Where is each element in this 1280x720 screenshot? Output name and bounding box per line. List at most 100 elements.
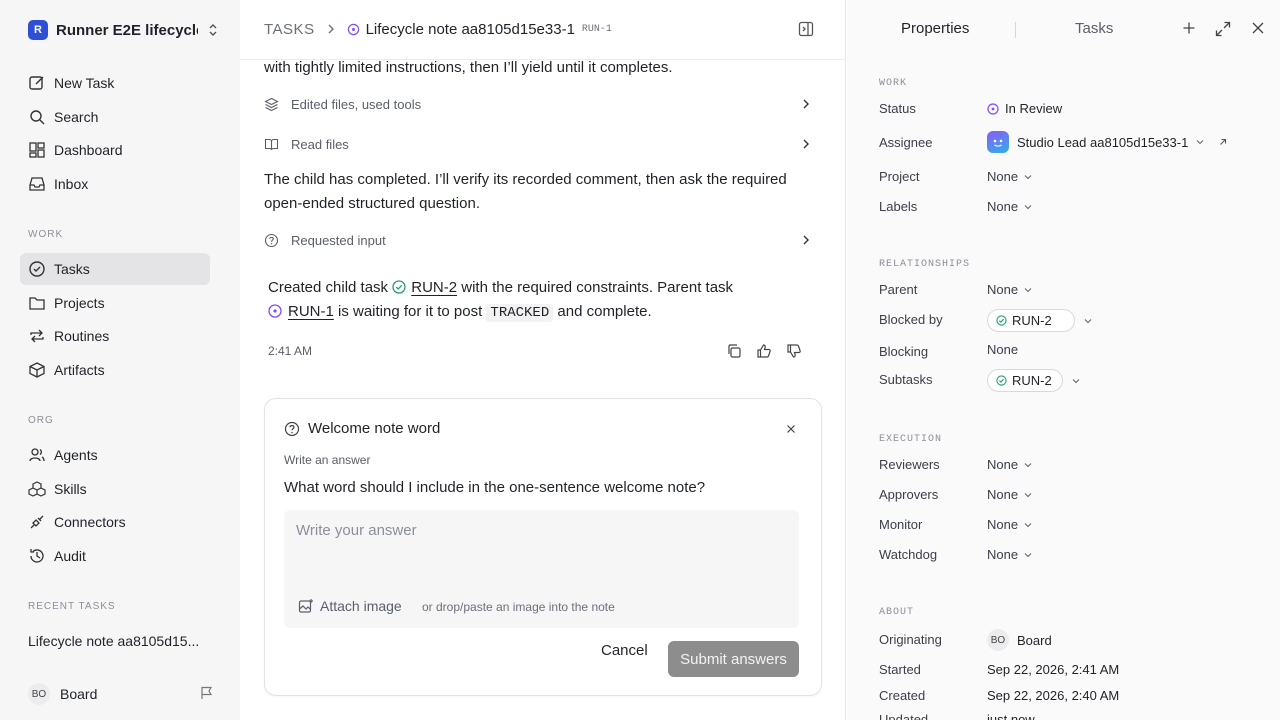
nav-new-task[interactable]: New Task bbox=[20, 67, 210, 99]
property-label: Approvers bbox=[879, 487, 939, 502]
reviewers-value[interactable]: None bbox=[987, 457, 1032, 472]
tab-properties[interactable]: Properties bbox=[901, 20, 969, 37]
avatar: BO bbox=[28, 683, 50, 705]
nav-label: Skills bbox=[54, 481, 87, 497]
done-status-icon bbox=[996, 375, 1007, 386]
blocking-text: None bbox=[987, 342, 1019, 357]
parent-text: None bbox=[987, 282, 1019, 297]
status-value[interactable]: In Review bbox=[987, 101, 1062, 116]
section-recent: RECENT TASKS bbox=[28, 601, 116, 612]
agent-avatar bbox=[987, 131, 1009, 153]
in-review-status-icon bbox=[987, 102, 999, 115]
task-id: RUN-1 bbox=[581, 24, 612, 35]
chip-label: RUN-2 bbox=[1012, 313, 1052, 328]
flag-icon[interactable] bbox=[200, 686, 214, 703]
chevron-down-icon bbox=[1072, 378, 1080, 383]
nav-label: Artifacts bbox=[54, 362, 105, 378]
external-link-icon[interactable] bbox=[1218, 137, 1228, 147]
edit-icon bbox=[29, 76, 44, 90]
boxes-icon bbox=[28, 481, 46, 497]
labels-value[interactable]: None bbox=[987, 199, 1032, 214]
answer-input[interactable] bbox=[296, 518, 786, 542]
chevron-down-icon bbox=[1084, 318, 1092, 323]
attach-label: Attach image bbox=[320, 598, 402, 614]
nav-label: Connectors bbox=[54, 514, 126, 530]
copy-icon[interactable] bbox=[726, 343, 742, 359]
property-label: Parent bbox=[879, 282, 918, 297]
nav-dashboard[interactable]: Dashboard bbox=[20, 134, 210, 166]
breadcrumb-root[interactable]: TASKS bbox=[264, 21, 315, 38]
chevron-down-icon bbox=[1024, 462, 1032, 467]
user-footer[interactable]: BO Board bbox=[28, 683, 214, 705]
property-label: Subtasks bbox=[879, 372, 933, 387]
message-text: with tightly limited instructions, then … bbox=[264, 59, 673, 76]
nav-inbox[interactable]: Inbox bbox=[20, 168, 210, 200]
message-timestamp: 2:41 AM bbox=[268, 344, 313, 358]
message-fragment: Created child task bbox=[268, 279, 393, 296]
nav-audit[interactable]: Audit bbox=[20, 540, 210, 572]
thumbs-down-icon[interactable] bbox=[786, 343, 802, 359]
done-status-icon bbox=[996, 315, 1007, 326]
task-link-run-2[interactable]: RUN-2 bbox=[411, 279, 457, 296]
attach-image-button[interactable]: Attach image bbox=[298, 598, 402, 614]
parent-value[interactable]: None bbox=[987, 282, 1032, 297]
question-card-title: Welcome note word bbox=[308, 420, 441, 437]
nav-label: Agents bbox=[54, 447, 98, 463]
plus-icon[interactable] bbox=[1182, 21, 1196, 38]
nav-label: Routines bbox=[54, 328, 110, 344]
chevron-down-icon bbox=[1196, 140, 1204, 145]
task-link-run-1[interactable]: RUN-1 bbox=[288, 303, 334, 320]
assignee-value[interactable]: Studio Lead aa8105d15e33-1 bbox=[987, 131, 1228, 153]
nav-search[interactable]: Search bbox=[20, 101, 210, 133]
nav-artifacts[interactable]: Artifacts bbox=[20, 354, 210, 386]
submit-answers-button[interactable]: Submit answers bbox=[668, 641, 799, 677]
labels-text: None bbox=[987, 199, 1019, 214]
watchdog-value[interactable]: None bbox=[987, 547, 1032, 562]
nav-label: Search bbox=[54, 109, 99, 125]
section-org: ORG bbox=[28, 415, 54, 426]
task-chip[interactable]: RUN-2 bbox=[987, 309, 1075, 332]
subtasks-value[interactable]: RUN-2 bbox=[987, 369, 1080, 392]
workspace-name: Runner E2E lifecycle bbox=[56, 21, 198, 39]
close-icon[interactable] bbox=[1251, 21, 1265, 38]
help-circle-icon bbox=[264, 233, 279, 247]
nav-projects[interactable]: Projects bbox=[20, 287, 210, 319]
nav-routines[interactable]: Routines bbox=[20, 320, 210, 352]
cancel-button[interactable]: Cancel bbox=[601, 642, 648, 659]
approvers-value[interactable]: None bbox=[987, 487, 1032, 502]
users-icon bbox=[29, 448, 45, 462]
nav-skills[interactable]: Skills bbox=[20, 473, 210, 505]
blocking-value[interactable]: None bbox=[987, 342, 1018, 357]
close-icon[interactable] bbox=[785, 422, 797, 438]
panel-toggle-icon[interactable] bbox=[798, 21, 814, 40]
watchdog-text: None bbox=[987, 547, 1019, 562]
nav-agents[interactable]: Agents bbox=[20, 439, 210, 471]
chevron-down-icon bbox=[1024, 552, 1032, 557]
sidebar: R Runner E2E lifecycle New Task Search D… bbox=[0, 0, 240, 720]
chevron-right-icon bbox=[803, 139, 809, 149]
breadcrumb: TASKS Lifecycle note aa8105d15e33-1 RUN-… bbox=[240, 0, 846, 60]
task-main: TASKS Lifecycle note aa8105d15e33-1 RUN-… bbox=[240, 0, 846, 720]
nav-tasks[interactable]: Tasks bbox=[20, 253, 210, 285]
chevron-right-icon bbox=[327, 22, 335, 38]
tool-activity-row[interactable]: Read files bbox=[264, 132, 810, 156]
chevron-down-icon bbox=[1024, 204, 1032, 209]
nav-connectors[interactable]: Connectors bbox=[20, 506, 210, 538]
blocked-by-value[interactable]: RUN-2 bbox=[987, 309, 1092, 332]
property-label: Project bbox=[879, 169, 920, 184]
expand-icon[interactable] bbox=[1215, 21, 1231, 40]
property-label: Reviewers bbox=[879, 457, 940, 472]
tool-activity-row[interactable]: Requested input bbox=[264, 228, 810, 252]
originating-text: Board bbox=[1017, 632, 1052, 648]
recent-task-item[interactable]: Lifecycle note aa8105d15... bbox=[28, 633, 208, 649]
monitor-value[interactable]: None bbox=[987, 517, 1032, 532]
property-label: Monitor bbox=[879, 517, 923, 532]
task-chip[interactable]: RUN-2 bbox=[987, 369, 1063, 392]
thumbs-up-icon[interactable] bbox=[756, 343, 772, 359]
tab-tasks[interactable]: Tasks bbox=[1075, 20, 1113, 37]
workspace-switcher[interactable]: R Runner E2E lifecycle bbox=[28, 18, 218, 42]
project-value[interactable]: None bbox=[987, 169, 1032, 184]
tool-row-label: Edited files, used tools bbox=[291, 96, 422, 112]
message-fragment: and complete. bbox=[553, 303, 652, 320]
tool-activity-row[interactable]: Edited files, used tools bbox=[264, 92, 810, 116]
